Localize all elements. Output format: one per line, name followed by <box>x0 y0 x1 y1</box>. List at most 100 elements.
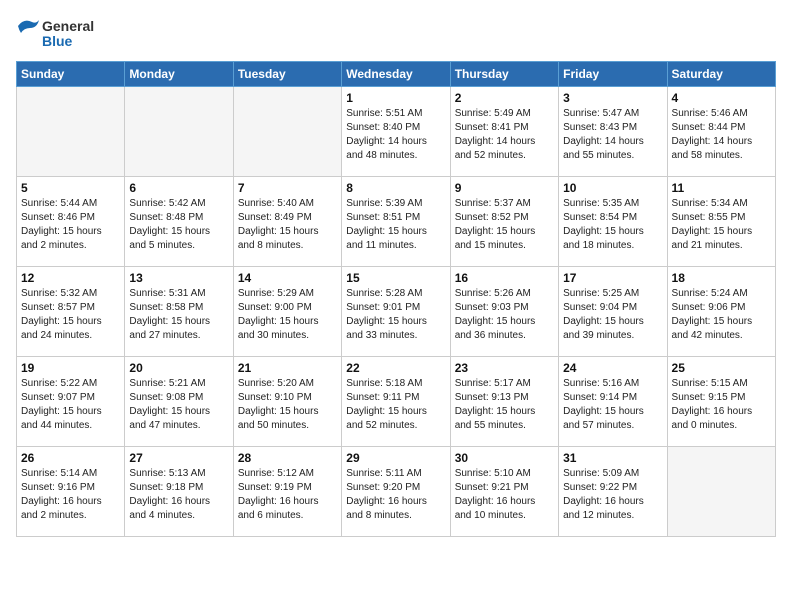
day-info: Sunrise: 5:14 AMSunset: 9:16 PMDaylight:… <box>21 467 120 523</box>
day-info: Sunrise: 5:32 AMSunset: 8:57 PMDaylight:… <box>21 287 120 343</box>
day-number: 16 <box>455 271 554 285</box>
day-info: Sunrise: 5:20 AMSunset: 9:10 PMDaylight:… <box>238 377 337 433</box>
day-info: Sunrise: 5:46 AMSunset: 8:44 PMDaylight:… <box>672 107 771 163</box>
day-number: 2 <box>455 91 554 105</box>
day-number: 25 <box>672 361 771 375</box>
week-row-1: 1 Sunrise: 5:51 AMSunset: 8:40 PMDaylight… <box>17 87 776 177</box>
day-cell-13: 13 Sunrise: 5:31 AMSunset: 8:58 PMDayligh… <box>125 267 233 357</box>
day-number: 31 <box>563 451 662 465</box>
day-number: 26 <box>21 451 120 465</box>
day-info: Sunrise: 5:13 AMSunset: 9:18 PMDaylight:… <box>129 467 228 523</box>
day-cell-19: 19Sunrise: 5:22 AMSunset: 9:07 PMDayligh… <box>17 357 125 447</box>
day-cell-18: 18 Sunrise: 5:24 AMSunset: 9:06 PMDayligh… <box>667 267 775 357</box>
day-info: Sunrise: 5:18 AMSunset: 9:11 PMDaylight:… <box>346 377 445 433</box>
day-info: Sunrise: 5:28 AMSunset: 9:01 PMDaylight:… <box>346 287 445 343</box>
day-cell-22: 22 Sunrise: 5:18 AMSunset: 9:11 PMDayligh… <box>342 357 450 447</box>
day-info: Sunrise: 5:31 AMSunset: 8:58 PMDaylight:… <box>129 287 228 343</box>
day-number: 28 <box>238 451 337 465</box>
day-number: 17 <box>563 271 662 285</box>
day-cell-14: 14Sunrise: 5:29 AMSunset: 9:00 PMDayligh… <box>233 267 341 357</box>
day-cell-26: 26 Sunrise: 5:14 AMSunset: 9:16 PMDayligh… <box>17 447 125 537</box>
day-number: 3 <box>563 91 662 105</box>
day-info: Sunrise: 5:26 AMSunset: 9:03 PMDaylight:… <box>455 287 554 343</box>
day-cell-31: 31 Sunrise: 5:09 AMSunset: 9:22 PMDayligh… <box>559 447 667 537</box>
day-number: 20 <box>129 361 228 375</box>
day-info: Sunrise: 5:49 AMSunset: 8:41 PMDaylight:… <box>455 107 554 163</box>
day-number: 8 <box>346 181 445 195</box>
day-number: 14 <box>238 271 337 285</box>
day-info: Sunrise: 5:12 AMSunset: 9:19 PMDaylight:… <box>238 467 337 523</box>
weekday-header-row: SundayMondayTuesdayWednesdayThursdayFrid… <box>17 62 776 87</box>
day-number: 30 <box>455 451 554 465</box>
day-info: Sunrise: 5:24 AMSunset: 9:06 PMDaylight:… <box>672 287 771 343</box>
day-info: Sunrise: 5:35 AMSunset: 8:54 PMDaylight:… <box>563 197 662 253</box>
day-cell-17: 17 Sunrise: 5:25 AMSunset: 9:04 PMDayligh… <box>559 267 667 357</box>
day-info: Sunrise: 5:25 AMSunset: 9:04 PMDaylight:… <box>563 287 662 343</box>
empty-cell <box>667 447 775 537</box>
day-cell-5: 5 Sunrise: 5:44 AMSunset: 8:46 PMDaylight… <box>17 177 125 267</box>
day-cell-16: 16 Sunrise: 5:26 AMSunset: 9:03 PMDayligh… <box>450 267 558 357</box>
day-info: Sunrise: 5:40 AMSunset: 8:49 PMDaylight:… <box>238 197 337 253</box>
day-cell-8: 8Sunrise: 5:39 AMSunset: 8:51 PMDaylight… <box>342 177 450 267</box>
day-cell-11: 11Sunrise: 5:34 AMSunset: 8:55 PMDayligh… <box>667 177 775 267</box>
day-number: 10 <box>563 181 662 195</box>
day-info: Sunrise: 5:47 AMSunset: 8:43 PMDaylight:… <box>563 107 662 163</box>
page-header: General Blue <box>16 16 776 49</box>
day-number: 9 <box>455 181 554 195</box>
day-cell-2: 2 Sunrise: 5:49 AMSunset: 8:41 PMDaylight… <box>450 87 558 177</box>
day-info: Sunrise: 5:51 AMSunset: 8:40 PMDaylight:… <box>346 107 445 163</box>
weekday-header-thursday: Thursday <box>450 62 558 87</box>
day-cell-20: 20 Sunrise: 5:21 AMSunset: 9:08 PMDayligh… <box>125 357 233 447</box>
day-cell-24: 24 Sunrise: 5:16 AMSunset: 9:14 PMDayligh… <box>559 357 667 447</box>
day-number: 7 <box>238 181 337 195</box>
week-row-2: 5 Sunrise: 5:44 AMSunset: 8:46 PMDaylight… <box>17 177 776 267</box>
day-cell-1: 1 Sunrise: 5:51 AMSunset: 8:40 PMDaylight… <box>342 87 450 177</box>
day-cell-25: 25Sunrise: 5:15 AMSunset: 9:15 PMDayligh… <box>667 357 775 447</box>
empty-cell <box>125 87 233 177</box>
day-number: 18 <box>672 271 771 285</box>
day-number: 1 <box>346 91 445 105</box>
calendar-table: SundayMondayTuesdayWednesdayThursdayFrid… <box>16 61 776 537</box>
day-info: Sunrise: 5:11 AMSunset: 9:20 PMDaylight:… <box>346 467 445 523</box>
day-info: Sunrise: 5:17 AMSunset: 9:13 PMDaylight:… <box>455 377 554 433</box>
logo: General Blue <box>16 16 94 49</box>
day-info: Sunrise: 5:44 AMSunset: 8:46 PMDaylight:… <box>21 197 120 253</box>
day-info: Sunrise: 5:16 AMSunset: 9:14 PMDaylight:… <box>563 377 662 433</box>
day-cell-10: 10 Sunrise: 5:35 AMSunset: 8:54 PMDayligh… <box>559 177 667 267</box>
day-cell-7: 7 Sunrise: 5:40 AMSunset: 8:49 PMDaylight… <box>233 177 341 267</box>
empty-cell <box>17 87 125 177</box>
day-number: 11 <box>672 181 771 195</box>
logo-blue-text: Blue <box>42 33 72 49</box>
day-number: 5 <box>21 181 120 195</box>
day-number: 19 <box>21 361 120 375</box>
day-number: 13 <box>129 271 228 285</box>
day-cell-21: 21 Sunrise: 5:20 AMSunset: 9:10 PMDayligh… <box>233 357 341 447</box>
weekday-header-monday: Monday <box>125 62 233 87</box>
empty-cell <box>233 87 341 177</box>
logo-general-text: General <box>42 18 94 34</box>
day-number: 23 <box>455 361 554 375</box>
day-number: 24 <box>563 361 662 375</box>
weekday-header-wednesday: Wednesday <box>342 62 450 87</box>
day-number: 6 <box>129 181 228 195</box>
day-cell-6: 6 Sunrise: 5:42 AMSunset: 8:48 PMDaylight… <box>125 177 233 267</box>
day-cell-27: 27Sunrise: 5:13 AMSunset: 9:18 PMDayligh… <box>125 447 233 537</box>
logo-bird-icon <box>16 16 40 36</box>
day-cell-12: 12Sunrise: 5:32 AMSunset: 8:57 PMDayligh… <box>17 267 125 357</box>
day-number: 29 <box>346 451 445 465</box>
day-info: Sunrise: 5:09 AMSunset: 9:22 PMDaylight:… <box>563 467 662 523</box>
day-cell-15: 15 Sunrise: 5:28 AMSunset: 9:01 PMDayligh… <box>342 267 450 357</box>
day-number: 15 <box>346 271 445 285</box>
week-row-5: 26 Sunrise: 5:14 AMSunset: 9:16 PMDayligh… <box>17 447 776 537</box>
week-row-4: 19Sunrise: 5:22 AMSunset: 9:07 PMDayligh… <box>17 357 776 447</box>
week-row-3: 12Sunrise: 5:32 AMSunset: 8:57 PMDayligh… <box>17 267 776 357</box>
day-info: Sunrise: 5:10 AMSunset: 9:21 PMDaylight:… <box>455 467 554 523</box>
day-number: 21 <box>238 361 337 375</box>
day-info: Sunrise: 5:37 AMSunset: 8:52 PMDaylight:… <box>455 197 554 253</box>
day-number: 22 <box>346 361 445 375</box>
weekday-header-friday: Friday <box>559 62 667 87</box>
weekday-header-tuesday: Tuesday <box>233 62 341 87</box>
day-info: Sunrise: 5:21 AMSunset: 9:08 PMDaylight:… <box>129 377 228 433</box>
day-info: Sunrise: 5:42 AMSunset: 8:48 PMDaylight:… <box>129 197 228 253</box>
day-cell-3: 3 Sunrise: 5:47 AMSunset: 8:43 PMDaylight… <box>559 87 667 177</box>
